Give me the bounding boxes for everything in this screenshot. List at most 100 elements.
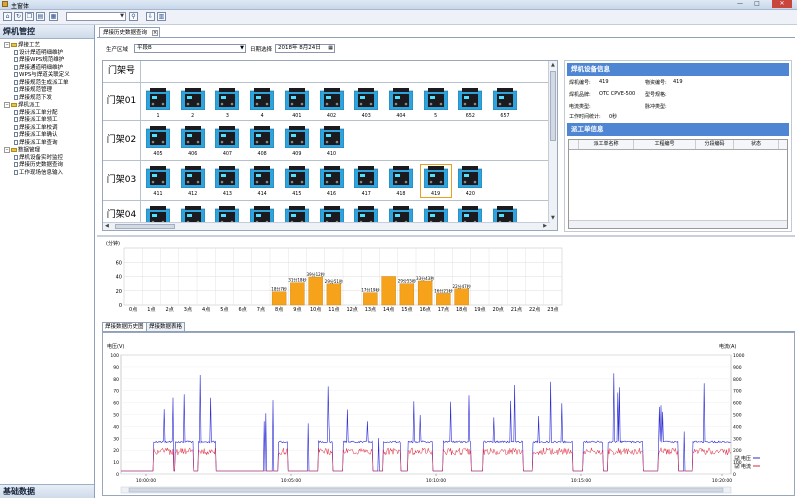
nav-header[interactable]: 焊机管控 [0, 25, 94, 39]
welder-machine[interactable]: 652 [455, 87, 485, 119]
tree-item[interactable]: 焊接通道明细维护 [2, 64, 94, 73]
welder-number: 412 [188, 192, 198, 197]
area-select[interactable]: 平段B ▼ [134, 44, 246, 53]
scroll-thumb[interactable] [115, 224, 175, 229]
bar[interactable] [290, 282, 305, 306]
tree-item[interactable]: 设计焊道明细维护 [2, 49, 94, 58]
column-header[interactable]: 派工单名称 [579, 140, 634, 149]
welder-machine-icon [423, 166, 448, 188]
document-icon [14, 169, 18, 175]
welder-machine[interactable]: 5 [421, 87, 451, 119]
welder-machine[interactable]: 418 [386, 165, 416, 197]
welder-machine[interactable]: 1 [143, 87, 173, 119]
tree-item[interactable]: 焊接派工单查询 [2, 139, 94, 148]
welder-machine[interactable]: 411 [143, 165, 173, 197]
nav-footer[interactable]: 基础数据 [0, 484, 94, 498]
minimize-button[interactable]: — [733, 0, 747, 8]
column-header[interactable]: 分段编码 [696, 140, 734, 149]
close-button[interactable]: ✕ [772, 0, 792, 8]
welder-machine[interactable]: 412 [178, 165, 208, 197]
tree-folder[interactable]: − 焊接工艺 [2, 42, 94, 50]
tab-history-chart[interactable]: 焊接数据历史图 [102, 322, 147, 331]
tree-item[interactable]: 焊接派工单领工 [2, 117, 94, 125]
column-header[interactable]: 工程编号 [634, 140, 696, 149]
welder-machine[interactable]: 414 [247, 165, 277, 197]
maximize-button[interactable]: □ [750, 0, 764, 8]
tab-history-query[interactable]: 焊接历史数据查询 × [99, 27, 161, 37]
scroll-thumb[interactable] [128, 487, 724, 493]
date-picker[interactable]: 2018年 8月24日 ▦ [275, 44, 335, 53]
bar[interactable] [308, 276, 323, 306]
welder-machine[interactable]: 405 [143, 125, 173, 157]
welder-machine[interactable]: 403 [351, 87, 381, 119]
copy-icon[interactable]: ❐ [25, 12, 34, 21]
grid-vertical-scrollbar[interactable]: ▲ ▼ [548, 61, 557, 230]
tree-item[interactable]: 焊接历史数据查询 [2, 162, 94, 170]
close-tab-icon[interactable]: × [152, 30, 159, 36]
tree-item[interactable]: 焊接规范管理 [2, 87, 94, 95]
bar[interactable] [436, 293, 451, 306]
tree-item[interactable]: 焊接规范下发 [2, 94, 94, 103]
refresh-icon[interactable]: ↻ [14, 12, 23, 21]
welder-machine[interactable]: 3 [212, 87, 242, 119]
collapse-icon[interactable]: − [4, 147, 10, 153]
welder-machine[interactable]: 407 [212, 125, 242, 157]
toolbar-combo[interactable]: ▼ [66, 12, 126, 21]
tree-item[interactable]: WPS与焊道关联定义 [2, 72, 94, 80]
welder-machine[interactable]: 401 [282, 87, 312, 119]
save-icon[interactable]: ▤ [36, 12, 45, 21]
work-order-scrollbar[interactable] [569, 220, 787, 228]
column-header[interactable]: 状态 [734, 140, 779, 149]
home-icon[interactable]: ⌂ [3, 12, 12, 21]
chart-icon[interactable]: ▥ [157, 12, 166, 21]
tree-item[interactable]: 焊接WPS规范维护 [2, 57, 94, 65]
welder-machine[interactable]: 409 [282, 125, 312, 157]
tree-item-label: 焊接派工单校调 [19, 124, 58, 131]
bar[interactable] [363, 292, 378, 306]
welder-machine[interactable]: 2 [178, 87, 208, 119]
tree-folder[interactable]: − 焊机派工 [2, 102, 94, 110]
welder-machine[interactable]: 4 [247, 87, 277, 119]
export-icon[interactable]: ⇩ [146, 12, 155, 21]
collapse-icon[interactable]: − [4, 42, 10, 48]
scroll-up-icon[interactable]: ▲ [551, 62, 555, 68]
scroll-left-icon[interactable]: ◀ [105, 223, 109, 229]
tab-data-table[interactable]: 焊接数据表格 [146, 322, 186, 331]
welder-machine[interactable]: 416 [317, 165, 347, 197]
scroll-down-icon[interactable]: ▼ [551, 215, 555, 221]
welder-machine[interactable]: 402 [317, 87, 347, 119]
welder-machine[interactable]: 417 [351, 165, 381, 197]
bar[interactable] [417, 280, 433, 306]
welder-machine[interactable]: 420 [455, 165, 485, 197]
welder-machine[interactable]: 410 [317, 125, 347, 157]
tree-item[interactable]: 焊机设备实时监控 [2, 154, 94, 163]
bar[interactable] [326, 283, 342, 306]
bar[interactable] [271, 291, 287, 306]
bar[interactable] [454, 288, 469, 306]
welder-machine[interactable]: 406 [178, 125, 208, 157]
tree-folder[interactable]: − 数据管理 [2, 147, 94, 155]
tree-item[interactable]: 焊接派工单分配 [2, 109, 94, 118]
x-tick-label: 9点 [293, 307, 301, 313]
welder-machine[interactable]: 657 [490, 87, 520, 119]
welder-machine[interactable]: 408 [247, 125, 277, 157]
search-icon[interactable]: ⚲ [129, 12, 138, 21]
tree-item[interactable]: 工作现场信息输入 [2, 169, 94, 178]
scroll-right-icon[interactable]: ▶ [543, 223, 547, 229]
welder-machine[interactable]: 415 [282, 165, 312, 197]
bar-data-label: 16分21秒 [434, 287, 452, 293]
bar[interactable] [399, 283, 415, 306]
print-icon[interactable]: ▦ [49, 12, 58, 21]
tree-item[interactable]: 焊接派工单校调 [2, 124, 94, 133]
welder-machine[interactable]: 413 [212, 165, 242, 197]
horizontal-splitter[interactable] [97, 235, 795, 237]
bar[interactable] [381, 276, 396, 306]
scroll-thumb[interactable] [550, 71, 556, 141]
grid-horizontal-scrollbar[interactable]: ◀ ▶ [103, 222, 550, 230]
tree-item[interactable]: 焊接规范生成派工单 [2, 79, 94, 88]
tree-item[interactable]: 焊接派工单确认 [2, 132, 94, 140]
collapse-icon[interactable]: − [4, 102, 10, 108]
welder-machine[interactable]: 419 [419, 164, 452, 198]
welder-machine[interactable]: 404 [386, 87, 416, 119]
x-tick-label: 16点 [419, 307, 430, 313]
